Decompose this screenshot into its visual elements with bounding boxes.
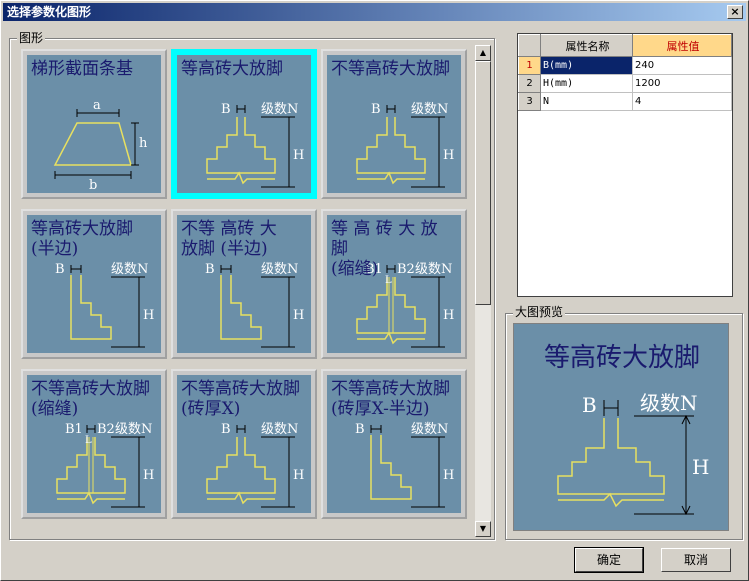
- tile-dimension-label: H: [293, 468, 304, 483]
- ok-button[interactable]: 确定: [574, 547, 644, 573]
- dialog-window: 选择参数化图形 × 图形 a h b 梯形截面条基 B 级数N H 等高砖大放脚 B 级数…: [0, 0, 749, 581]
- shape-tile[interactable]: B 级数N H 不等 高砖 大 放脚 (半边): [171, 209, 317, 359]
- shape-tile[interactable]: B1 B2 级数N H L 等 高 砖 大 放 脚 (缩缝): [321, 209, 467, 359]
- tile-image: B 级数N H 不等高砖大放脚 (砖厚X-半边): [327, 375, 461, 513]
- tile-dimension-label: H: [443, 148, 454, 163]
- shape-tile[interactable]: a h b 梯形截面条基: [21, 49, 167, 199]
- property-name-cell[interactable]: B(mm): [540, 56, 633, 75]
- header-property-name[interactable]: 属性名称: [540, 34, 633, 57]
- tile-dimension-label: B: [221, 102, 231, 117]
- tile-dimension-label: 级数N: [411, 102, 448, 117]
- tile-dimension-label: H: [293, 148, 304, 163]
- scroll-down-icon[interactable]: ▼: [475, 521, 491, 537]
- shape-gallery: a h b 梯形截面条基 B 级数N H 等高砖大放脚 B 级数N H 不等高砖大放脚 B 级…: [17, 45, 473, 537]
- grid-corner: [518, 34, 541, 57]
- preview-dimension-lines: [603, 400, 694, 516]
- shape-tile[interactable]: B 级数N H 等高砖大放脚: [171, 49, 317, 199]
- shape-tile[interactable]: B 级数N H 不等高砖大放脚 (砖厚X-半边): [321, 369, 467, 519]
- window-title: 选择参数化图形: [7, 5, 92, 19]
- shape-tile[interactable]: B 级数N H 不等高砖大放脚 (砖厚X): [171, 369, 317, 519]
- tile-image: B 级数N H 不等高砖大放脚 (砖厚X): [177, 375, 311, 513]
- tile-image: B1 B2 级数N H L 等 高 砖 大 放 脚 (缩缝): [327, 215, 461, 353]
- tile-dimension-label: H: [293, 308, 304, 323]
- row-number: 1: [518, 56, 541, 75]
- tile-image: B1 B2 级数N H L 不等高砖大放脚 (缩缝): [27, 375, 161, 513]
- tile-dimension-label: B: [205, 262, 215, 277]
- tile-dimension-label: b: [89, 178, 97, 193]
- tile-image: B 级数N H 不等高砖大放脚: [327, 55, 461, 193]
- property-grid[interactable]: 属性名称 属性值 1 B(mm) 240 2 H(mm) 1200 3 N 4: [517, 33, 733, 297]
- preview-title: 等高砖大放脚: [544, 343, 700, 373]
- tile-dimension-label: B: [55, 262, 65, 277]
- tile-dimension-label: L: [85, 435, 92, 446]
- tile-dimension-label: B: [355, 422, 365, 437]
- preview-label-n: 级数N: [640, 391, 698, 415]
- property-name-cell[interactable]: N: [540, 92, 633, 111]
- close-icon[interactable]: ×: [727, 5, 743, 19]
- tile-dimension-label: 级数N: [111, 262, 148, 277]
- tile-title: 梯形截面条基: [31, 59, 133, 79]
- tile-title: 不等高砖大放脚: [331, 59, 450, 79]
- scroll-thumb[interactable]: [475, 61, 491, 305]
- gallery-scrollbar[interactable]: ▲ ▼: [475, 45, 491, 537]
- preview-footing-outline: [557, 418, 665, 508]
- tile-title: 不等高砖大放脚 (砖厚X): [181, 379, 300, 419]
- header-property-value[interactable]: 属性值: [632, 34, 732, 57]
- table-row[interactable]: 3 N 4: [518, 92, 732, 111]
- scroll-up-icon[interactable]: ▲: [475, 45, 491, 61]
- property-value-cell[interactable]: 4: [632, 92, 732, 111]
- tile-dimension-label: a: [93, 98, 101, 113]
- preview-label-h: H: [692, 455, 709, 479]
- tile-dimension-label: 级数N: [261, 102, 298, 117]
- tile-title: 等高砖大放脚 (半边): [31, 219, 133, 259]
- tile-image: B 级数N H 等高砖大放脚: [177, 55, 311, 193]
- table-row[interactable]: 1 B(mm) 240: [518, 56, 732, 75]
- property-name-cell[interactable]: H(mm): [540, 74, 633, 93]
- tile-title: 不等高砖大放脚 (砖厚X-半边): [331, 379, 450, 419]
- preview-image: 等高砖大放脚 B 级数N H: [513, 323, 729, 531]
- shape-tile[interactable]: B1 B2 级数N H L 不等高砖大放脚 (缩缝): [21, 369, 167, 519]
- shape-tile[interactable]: B 级数N H 等高砖大放脚 (半边): [21, 209, 167, 359]
- cancel-button[interactable]: 取消: [661, 548, 731, 572]
- tile-dimension-label: B: [221, 422, 231, 437]
- tile-title: 不等高砖大放脚 (缩缝): [31, 379, 150, 419]
- tile-dimension-label: B2: [97, 422, 115, 437]
- title-bar: 选择参数化图形 ×: [3, 3, 746, 21]
- preview-drawing: 等高砖大放脚 B 级数N H: [544, 343, 709, 516]
- tile-image: B 级数N H 不等 高砖 大 放脚 (半边): [177, 215, 311, 353]
- preview-group-label: 大图预览: [513, 305, 566, 319]
- tile-dimension-label: 级数N: [411, 422, 448, 437]
- table-row[interactable]: 2 H(mm) 1200: [518, 74, 732, 93]
- tile-dimension-label: h: [139, 136, 148, 151]
- tile-dimension-label: H: [143, 308, 154, 323]
- property-value-cell[interactable]: 1200: [632, 74, 732, 93]
- tile-dimension-label: 级数N: [115, 422, 152, 437]
- row-number: 3: [518, 92, 541, 111]
- tile-dimension-label: H: [143, 468, 154, 483]
- row-number: 2: [518, 74, 541, 93]
- tile-dimension-label: H: [443, 468, 454, 483]
- tile-dimension-label: H: [443, 308, 454, 323]
- tile-image: B 级数N H 等高砖大放脚 (半边): [27, 215, 161, 353]
- tile-dimension-label: B: [371, 102, 381, 117]
- tile-title: 等 高 砖 大 放 脚 (缩缝): [331, 219, 438, 279]
- preview-label-b: B: [582, 393, 597, 417]
- tile-title: 不等 高砖 大 放脚 (半边): [181, 219, 277, 259]
- tile-dimension-label: B1: [65, 422, 83, 437]
- property-value-cell[interactable]: 240: [632, 56, 732, 75]
- tile-title: 等高砖大放脚: [181, 59, 283, 79]
- tile-dimension-label: 级数N: [261, 262, 298, 277]
- tile-image: a h b 梯形截面条基: [27, 55, 161, 193]
- shape-group-label: 图形: [17, 31, 46, 45]
- tile-dimension-label: 级数N: [261, 422, 298, 437]
- shape-tile[interactable]: B 级数N H 不等高砖大放脚: [321, 49, 467, 199]
